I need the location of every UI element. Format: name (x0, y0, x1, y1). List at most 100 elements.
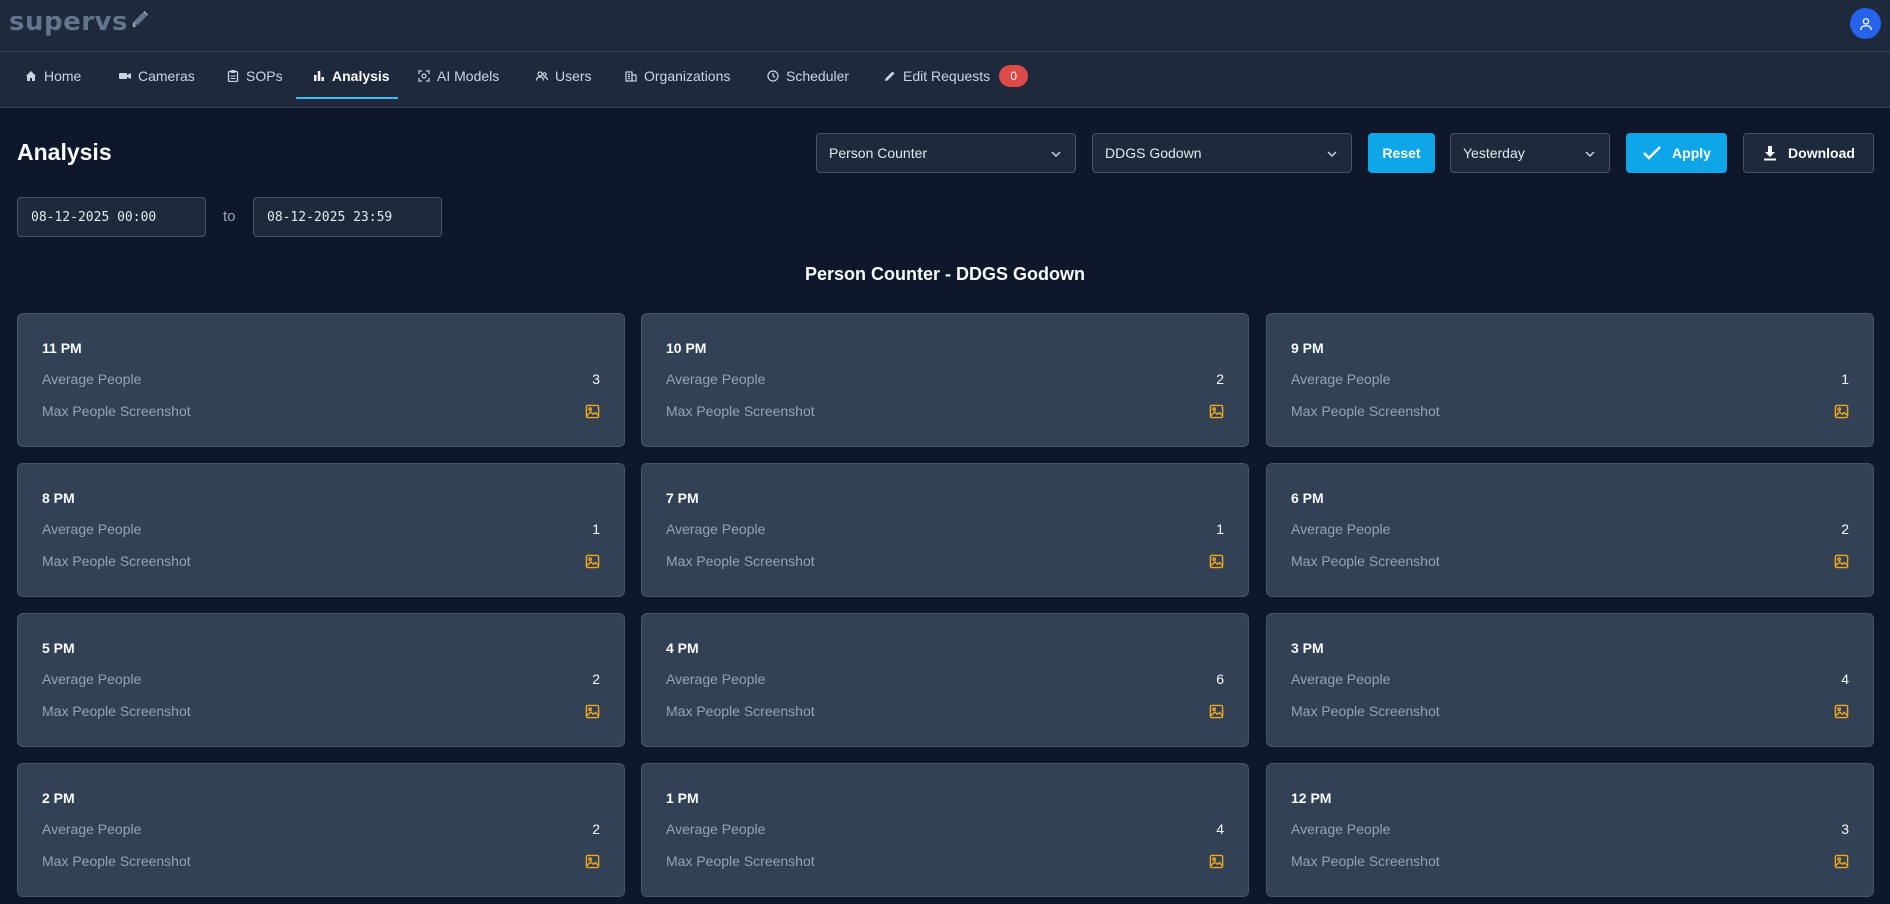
nav-home-label: Home (44, 68, 82, 84)
image-icon[interactable] (1834, 554, 1849, 569)
average-people-row: Average People 2 (666, 369, 1224, 389)
hour-card: 3 PM Average People 4 Max People Screenshot (1266, 613, 1874, 747)
hour-card: 4 PM Average People 6 Max People Screenshot (641, 613, 1249, 747)
location-select[interactable]: DDGS Godown (1092, 133, 1352, 173)
image-icon[interactable] (585, 404, 600, 419)
max-people-screenshot-row: Max People Screenshot (666, 701, 1224, 721)
max-people-screenshot-row: Max People Screenshot (42, 701, 600, 721)
active-tab-indicator (296, 97, 398, 99)
max-people-screenshot-row: Max People Screenshot (666, 851, 1224, 871)
users-icon (536, 71, 548, 81)
nav-sops-label: SOPs (246, 68, 283, 84)
nav-organizations-label: Organizations (644, 68, 731, 84)
image-icon[interactable] (1209, 554, 1224, 569)
image-icon[interactable] (1834, 404, 1849, 419)
max-people-screenshot-row: Max People Screenshot (42, 851, 600, 871)
card-hour-label: 8 PM (42, 490, 75, 506)
video-camera-icon (119, 73, 131, 79)
average-people-value: 3 (1841, 821, 1849, 837)
hour-card: 7 PM Average People 1 Max People Screenshot (641, 463, 1249, 597)
download-button-label: Download (1788, 145, 1855, 161)
nav-scheduler[interactable]: Scheduler (767, 52, 849, 100)
nav-users[interactable]: Users (536, 52, 592, 100)
card-hour-label: 5 PM (42, 640, 75, 656)
average-people-value: 4 (1216, 821, 1224, 837)
end-datetime-input[interactable]: 08-12-2025 23:59 (253, 197, 442, 237)
page-title: Analysis (17, 139, 112, 165)
model-select[interactable]: Person Counter (816, 133, 1076, 173)
nav-home[interactable]: Home (25, 52, 81, 100)
nav-organizations[interactable]: Organizations (625, 52, 730, 100)
image-icon[interactable] (585, 554, 600, 569)
image-icon[interactable] (1209, 404, 1224, 419)
main-nav: Home Cameras SOPs Analysis AI Models Use… (0, 52, 1890, 108)
report-title: Person Counter - DDGS Godown (804, 264, 1085, 284)
location-select-value: DDGS Godown (1105, 145, 1202, 161)
scan-icon (418, 70, 430, 82)
average-people-row: Average People 2 (1291, 519, 1849, 539)
user-avatar[interactable] (1850, 8, 1881, 39)
image-icon[interactable] (1834, 704, 1849, 719)
download-icon (1764, 146, 1777, 161)
hour-card: 9 PM Average People 1 Max People Screenshot (1266, 313, 1874, 447)
average-people-row: Average People 2 (42, 819, 600, 839)
user-icon (1859, 17, 1872, 30)
average-people-value: 2 (1841, 521, 1849, 537)
average-people-label: Average People (666, 821, 766, 837)
image-icon[interactable] (585, 704, 600, 719)
average-people-row: Average People 4 (666, 819, 1224, 839)
average-people-label: Average People (42, 821, 142, 837)
image-icon[interactable] (1834, 854, 1849, 869)
card-hour-label: 11 PM (42, 340, 82, 356)
average-people-row: Average People 3 (1291, 819, 1849, 839)
max-people-screenshot-label: Max People Screenshot (1291, 553, 1440, 569)
average-people-row: Average People 1 (42, 519, 600, 539)
max-people-screenshot-label: Max People Screenshot (666, 553, 815, 569)
card-hour-label: 1 PM (666, 790, 699, 806)
nav-users-label: Users (555, 68, 592, 84)
building-icon (625, 71, 637, 82)
average-people-value: 1 (1841, 371, 1849, 387)
download-button[interactable]: Download (1743, 133, 1874, 173)
date-range-separator: to (223, 208, 236, 225)
average-people-value: 4 (1841, 671, 1849, 687)
nav-sops[interactable]: SOPs (227, 52, 283, 100)
hour-card: 5 PM Average People 2 Max People Screenshot (17, 613, 625, 747)
model-select-value: Person Counter (829, 145, 928, 161)
date-range-select[interactable]: Yesterday (1450, 133, 1610, 173)
app-logo[interactable]: supervs (9, 7, 152, 37)
hour-card: 11 PM Average People 3 Max People Screensho… (17, 313, 625, 447)
image-icon[interactable] (1209, 854, 1224, 869)
hour-card: 12 PM Average People 3 Max People Screensho… (1266, 763, 1874, 897)
nav-edit-requests[interactable]: Edit Requests 0 (884, 52, 1029, 100)
average-people-label: Average People (666, 521, 766, 537)
hour-card: 2 PM Average People 2 Max People Screenshot (17, 763, 625, 897)
average-people-row: Average People 2 (42, 669, 600, 689)
bar-chart-icon (314, 71, 324, 81)
start-datetime-input[interactable]: 08-12-2025 00:00 (17, 197, 206, 237)
clipboard-icon (227, 70, 239, 82)
average-people-row: Average People 1 (1291, 369, 1849, 389)
nav-analysis[interactable]: Analysis (313, 52, 390, 100)
max-people-screenshot-label: Max People Screenshot (1291, 703, 1440, 719)
image-icon[interactable] (585, 854, 600, 869)
max-people-screenshot-row: Max People Screenshot (1291, 701, 1849, 721)
average-people-value: 2 (1216, 371, 1224, 387)
reset-button[interactable]: Reset (1368, 133, 1435, 173)
chevron-down-icon (1327, 151, 1337, 158)
average-people-row: Average People 6 (666, 669, 1224, 689)
max-people-screenshot-row: Max People Screenshot (666, 551, 1224, 571)
card-hour-label: 6 PM (1291, 490, 1324, 506)
max-people-screenshot-label: Max People Screenshot (666, 703, 815, 719)
image-icon[interactable] (1209, 704, 1224, 719)
max-people-screenshot-label: Max People Screenshot (666, 853, 815, 869)
chevron-down-icon (1585, 151, 1595, 158)
nav-ai-models[interactable]: AI Models (418, 52, 499, 100)
apply-button[interactable]: Apply (1626, 133, 1727, 173)
max-people-screenshot-label: Max People Screenshot (666, 403, 815, 419)
max-people-screenshot-row: Max People Screenshot (1291, 551, 1849, 571)
average-people-label: Average People (42, 521, 142, 537)
nav-cameras[interactable]: Cameras (119, 52, 195, 100)
max-people-screenshot-label: Max People Screenshot (1291, 853, 1440, 869)
average-people-label: Average People (1291, 371, 1391, 387)
